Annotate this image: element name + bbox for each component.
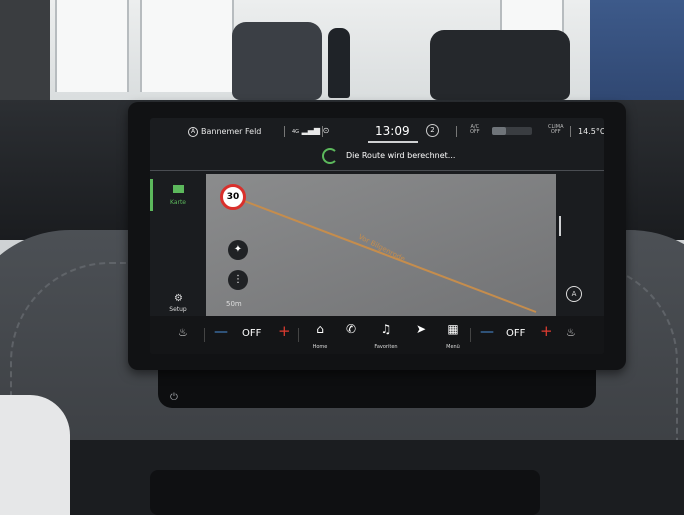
left-plus-button[interactable]: + (278, 322, 291, 354)
status-bar: A Bannemer Feld 4G ▂▄▆ ⊙ 13:09 2 A/C OFF … (150, 118, 604, 146)
location-name: Bannemer Feld (201, 127, 262, 136)
right-seat-heat-value: OFF (506, 328, 526, 339)
power-icon[interactable]: ⏻ (170, 392, 178, 403)
clock: 13:09 (375, 124, 410, 138)
clock-underline (368, 141, 418, 143)
home-label: Home (312, 344, 328, 350)
menu-label: Menü (446, 344, 460, 350)
separator (204, 328, 205, 342)
left-seat-heat-value: OFF (242, 328, 262, 339)
left-rail: Karte ⚙ Setup (150, 171, 206, 316)
blue-wall (590, 0, 684, 110)
fan-level-bar[interactable] (492, 127, 532, 135)
seat-heat-right-icon[interactable]: ♨ (566, 326, 576, 354)
separator (298, 328, 299, 342)
separator (470, 328, 471, 342)
setup-icon: ⚙ (174, 293, 183, 304)
navigation-icon[interactable]: ➤ (416, 322, 426, 354)
garage-window (140, 0, 234, 92)
more-options-button[interactable]: ⋮ (228, 270, 248, 290)
right-plus-button[interactable]: + (540, 322, 553, 354)
position-marker-button[interactable]: ✦ (228, 240, 248, 260)
separator (456, 126, 457, 137)
menu-button[interactable]: ▦ Menü (442, 322, 464, 354)
separator (570, 126, 571, 137)
navigation-map[interactable]: 30 Vor Bilgenrode ✦ ⋮ 50m (206, 174, 556, 316)
home-button[interactable]: ⌂ Home (308, 322, 332, 354)
seat-heat-left-icon[interactable]: ♨ (178, 326, 188, 354)
air-vent (150, 470, 540, 515)
location-icon: A (188, 127, 198, 137)
route-line (225, 193, 537, 313)
separator (284, 126, 285, 137)
ac-state: OFF (470, 129, 480, 135)
clima-status[interactable]: CLIMA OFF (548, 125, 564, 135)
bottom-bar: ♨ — OFF + ⌂ Home ✆ ♫ Favoriten ➤ ▦ Menü — O… (150, 316, 604, 354)
tab-karte[interactable]: Karte (150, 199, 206, 206)
left-dash-trim (0, 395, 70, 515)
map-icon (173, 185, 184, 193)
signal-icon: 4G ▂▄▆ ⊙ (292, 126, 330, 135)
outside-temperature: 14.5°C (578, 127, 604, 136)
notification-badge[interactable]: 2 (426, 124, 439, 137)
tab-setup[interactable]: Setup (150, 306, 206, 313)
route-status-text: Die Route wird berechnet... (346, 151, 456, 160)
divider (150, 170, 604, 171)
clima-state: OFF (550, 129, 561, 135)
map-scale: 50m (226, 300, 242, 308)
separator (322, 126, 323, 137)
background-person (328, 28, 350, 98)
speed-limit-sign: 30 (220, 184, 246, 210)
favorites-label: Favoriten (374, 344, 398, 350)
signal-label: 4G (292, 129, 300, 135)
fan-level-fill (492, 127, 506, 135)
phone-icon[interactable]: ✆ (346, 322, 356, 354)
car-interior-photo: ⏻ A Bannemer Feld 4G ▂▄▆ ⊙ 13:09 2 A/C OF… (0, 0, 684, 515)
background-car (232, 22, 322, 100)
compass-icon[interactable]: A (566, 286, 582, 302)
left-minus-button[interactable]: — (214, 324, 228, 354)
right-minus-button[interactable]: — (480, 324, 494, 354)
garage-window (55, 0, 129, 92)
infotainment-screen: A Bannemer Feld 4G ▂▄▆ ⊙ 13:09 2 A/C OFF … (150, 118, 604, 354)
active-tab-indicator (150, 179, 153, 211)
scrollbar[interactable] (559, 216, 561, 236)
ac-status[interactable]: A/C OFF (470, 125, 480, 135)
route-loading-icon (322, 148, 338, 164)
background-car (430, 30, 570, 100)
favorites-button[interactable]: ♫ Favoriten (370, 322, 402, 354)
garage-pillar (0, 0, 50, 110)
